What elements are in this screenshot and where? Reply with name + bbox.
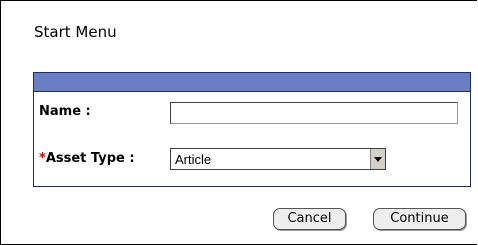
continue-button[interactable]: Continue (373, 208, 466, 230)
dialog-title: Start Menu (34, 23, 117, 41)
name-label-text: Name : (39, 104, 91, 119)
start-menu-dialog: Start Menu Name : *Asset Type : Article … (0, 0, 477, 245)
name-label: Name : (39, 104, 91, 119)
form-panel-header (34, 73, 470, 92)
cancel-button[interactable]: Cancel (273, 208, 346, 230)
required-marker: * (39, 151, 46, 166)
form-panel: Name : *Asset Type : Article (33, 72, 471, 187)
asset-type-selected-value: Article (175, 152, 212, 167)
chevron-down-icon[interactable] (370, 149, 385, 169)
asset-type-label-text: Asset Type : (45, 151, 135, 166)
asset-type-label: *Asset Type : (39, 151, 135, 166)
asset-type-select[interactable]: Article (170, 148, 386, 170)
name-input[interactable] (170, 102, 458, 124)
